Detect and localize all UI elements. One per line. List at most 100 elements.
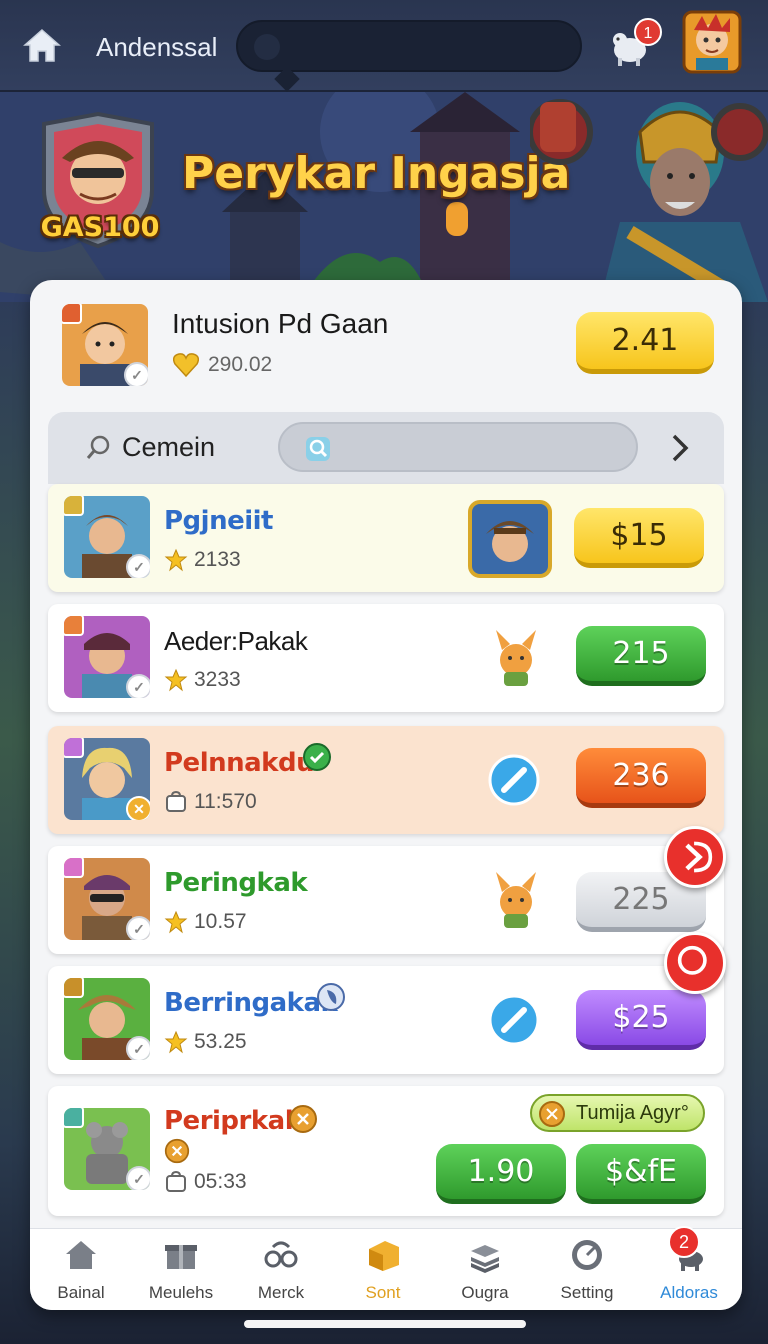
list-item[interactable]: ✓ Berringakak 53.25 $25 xyxy=(48,966,724,1074)
list-item[interactable]: ✕ Pelnnakdu 11:570 236 xyxy=(48,726,724,834)
hero-banner: GAS100 Perykar Ingasja xyxy=(0,92,768,302)
list-item[interactable]: ✓ Peringkak 10.57 225 xyxy=(48,846,724,954)
check-icon: ✕ xyxy=(126,796,150,820)
item-tag xyxy=(64,738,84,758)
nav-label: Sont xyxy=(365,1283,401,1302)
nav-item-meulehs[interactable]: Meulehs xyxy=(130,1229,232,1311)
item-avatar: ✓ xyxy=(64,1108,150,1190)
buy-button[interactable]: 215 xyxy=(576,626,706,686)
star-icon xyxy=(164,910,188,934)
filter-input[interactable] xyxy=(278,422,638,472)
item-avatar: ✓ xyxy=(64,616,150,698)
search-icon xyxy=(86,435,110,459)
featured-value: 290.02 xyxy=(208,353,273,376)
item-tag xyxy=(64,496,84,516)
star-icon xyxy=(164,548,188,572)
buy-button[interactable]: $25 xyxy=(576,990,706,1050)
shop-panel: ✓ Intusion Pd Gaan 290.02 2.41 Cemein ✓ … xyxy=(30,280,742,1310)
item-value: 05:33 xyxy=(194,1170,247,1193)
featured-buy-button[interactable]: 2.41 xyxy=(576,312,714,374)
coin-icon xyxy=(539,1101,565,1127)
coin-icon xyxy=(289,1105,317,1133)
item-value: 53.25 xyxy=(194,1030,247,1053)
check-icon: ✓ xyxy=(126,554,150,578)
star-icon xyxy=(164,668,188,692)
item-name: Pgjneiit xyxy=(164,506,273,536)
item-name: Pelnnakdu xyxy=(164,748,315,778)
gauge-icon xyxy=(572,1240,602,1270)
item-avatar: ✕ xyxy=(64,738,150,820)
search-field-icon xyxy=(306,437,330,461)
nav-item-bainal[interactable]: Bainal xyxy=(30,1229,132,1311)
item-tag xyxy=(64,858,84,878)
list-item[interactable]: ✓ Aeder:Pakak 3233 215 xyxy=(48,604,724,712)
stack-icon xyxy=(471,1245,499,1273)
fox-pet-icon xyxy=(488,868,544,928)
nav-notification-badge: 2 xyxy=(668,1226,700,1258)
item-tag xyxy=(64,616,84,636)
buy-button[interactable]: 1.90 xyxy=(436,1144,566,1204)
item-tag xyxy=(64,978,84,998)
profile-avatar[interactable] xyxy=(682,10,742,74)
bag-icon xyxy=(166,1170,186,1192)
home-icon[interactable] xyxy=(22,26,62,66)
gift-icon xyxy=(165,1245,197,1269)
record-action-button[interactable] xyxy=(664,932,726,994)
item-name: Berringakak xyxy=(164,988,338,1018)
nav-label: Bainal xyxy=(57,1283,105,1302)
glasses-icon xyxy=(264,1241,298,1268)
list-item[interactable]: ✓ Pgjneiit 2133 $15 xyxy=(48,484,724,592)
nav-label: Setting xyxy=(560,1283,614,1302)
top-search-input[interactable] xyxy=(236,20,582,92)
heart-icon xyxy=(172,353,200,378)
item-avatar: ✓ xyxy=(64,496,150,578)
featured-item[interactable]: ✓ Intusion Pd Gaan 290.02 2.41 xyxy=(30,280,742,410)
check-icon: ✓ xyxy=(124,362,148,386)
star-icon xyxy=(164,1030,188,1054)
feather-icon xyxy=(486,752,542,808)
coin-icon xyxy=(164,1138,190,1164)
chevron-right-icon[interactable] xyxy=(668,432,692,464)
item-value: 3233 xyxy=(194,668,241,691)
featured-avatar: ✓ xyxy=(62,304,148,386)
item-avatar: ✓ xyxy=(64,978,150,1060)
promo-tag[interactable]: Tumija Agyr° xyxy=(530,1094,705,1132)
filter-label: Cemein xyxy=(122,432,216,462)
nav-label: Aldoras xyxy=(660,1283,718,1302)
item-tag xyxy=(64,1108,84,1128)
item-name: Peringkak xyxy=(164,868,308,898)
fox-pet-icon xyxy=(488,626,544,686)
item-name: Periprkak xyxy=(164,1106,302,1136)
bottom-navigation: Bainal Meulehs Merck Sont Ougra Setting … xyxy=(30,1228,742,1310)
feather-icon xyxy=(486,992,542,1048)
character-portrait-icon xyxy=(468,500,552,578)
item-avatar: ✓ xyxy=(64,858,150,940)
next-action-button[interactable] xyxy=(664,826,726,888)
circle-icon xyxy=(677,945,707,975)
buy-button[interactable]: $15 xyxy=(574,508,704,568)
buy-alt-button[interactable]: $&fE xyxy=(576,1144,706,1204)
featured-name: Intusion Pd Gaan xyxy=(172,308,389,339)
bag-icon xyxy=(166,790,186,812)
nav-item-sont[interactable]: Sont xyxy=(332,1229,434,1311)
nav-item-ougra[interactable]: Ougra xyxy=(434,1229,536,1311)
item-value: 2133 xyxy=(194,548,241,571)
item-value: 10.57 xyxy=(194,910,247,933)
nav-item-merck[interactable]: Merck xyxy=(230,1229,332,1311)
nav-label: Ougra xyxy=(461,1283,509,1302)
buy-button[interactable]: 236 xyxy=(576,748,706,808)
nav-item-setting[interactable]: Setting xyxy=(536,1229,638,1311)
player-level-label: GAS100 xyxy=(40,212,160,243)
check-icon: ✓ xyxy=(126,674,150,698)
box-icon xyxy=(369,1241,399,1271)
item-tag xyxy=(62,304,82,324)
nav-label: Meulehs xyxy=(148,1283,214,1302)
filter-bar: Cemein xyxy=(48,412,724,484)
arrow-right-icon xyxy=(685,841,713,873)
check-icon: ✓ xyxy=(126,1166,150,1190)
home-indicator[interactable] xyxy=(244,1320,526,1328)
item-value: 11:570 xyxy=(194,790,257,813)
list-item[interactable]: ✓ Periprkak 05:33 Tumija Agyr° 1.90 $&fE xyxy=(48,1086,724,1216)
check-icon: ✓ xyxy=(126,916,150,940)
check-icon: ✓ xyxy=(126,1036,150,1060)
